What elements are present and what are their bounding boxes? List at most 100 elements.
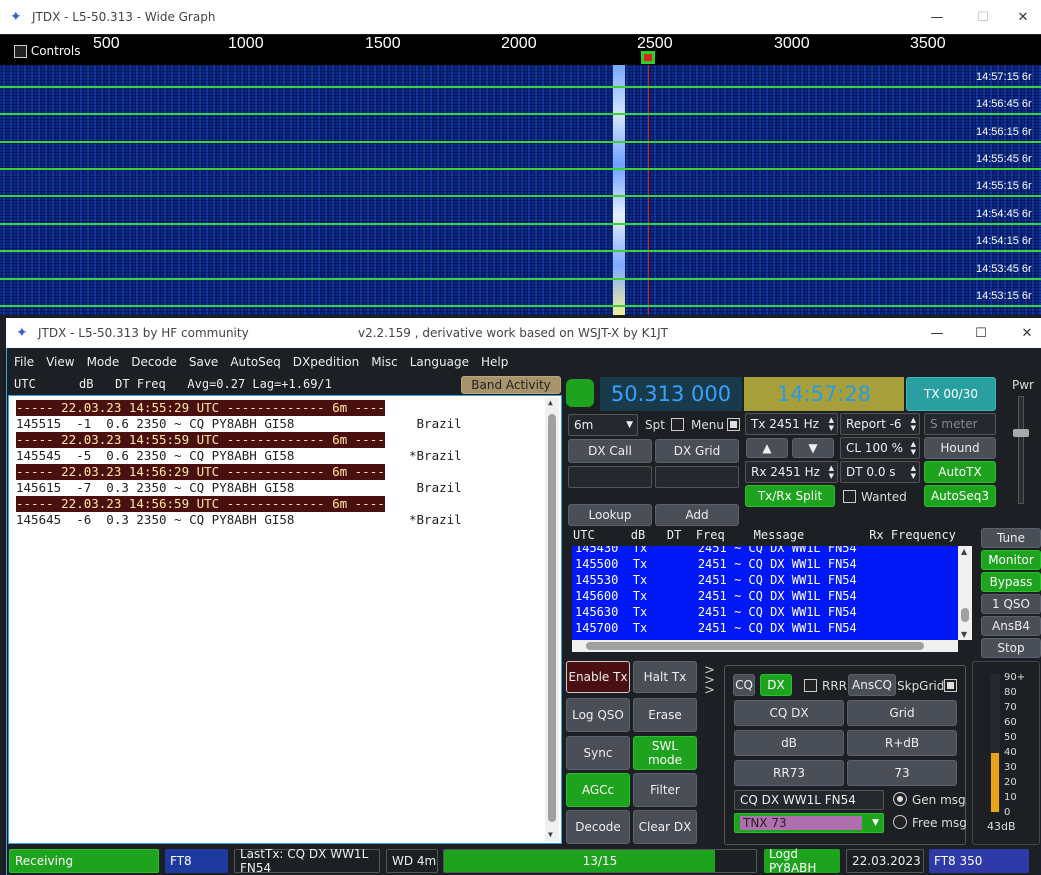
rrr-checkbox[interactable] <box>804 679 817 692</box>
menu-save[interactable]: Save <box>183 355 224 369</box>
tune-button[interactable]: Tune <box>981 528 1041 548</box>
dx-grid-input[interactable] <box>655 466 739 488</box>
skpgrid-checkbox[interactable] <box>944 679 957 692</box>
tx-counter-button[interactable]: TX 00/30 <box>906 377 996 411</box>
spin-arrows-icon[interactable]: ▲ ▼ <box>911 464 916 480</box>
erase-button[interactable]: Erase <box>633 698 697 732</box>
log-qso-button[interactable]: Log QSO <box>566 698 630 732</box>
minimize-button[interactable]: — <box>914 0 960 34</box>
73-button[interactable]: 73 <box>847 760 957 786</box>
bypass-button[interactable]: Bypass <box>981 572 1041 592</box>
hound-button[interactable]: Hound <box>924 437 996 459</box>
enable-tx-button[interactable]: Enable Tx <box>566 661 630 693</box>
menu-checkbox[interactable] <box>727 418 740 431</box>
dx-call-input[interactable] <box>568 466 652 488</box>
tx-list-scrollbar[interactable]: ▲ ▼ <box>958 546 972 640</box>
tx-history-row[interactable]: 145600 Tx 2451 ~ CQ DX WW1L FN54 <box>572 588 972 604</box>
controls-toggle[interactable]: Controls <box>14 44 80 58</box>
autotx-button[interactable]: AutoTX <box>924 461 996 483</box>
scroll-up-icon[interactable]: ▲ <box>548 398 553 407</box>
scroll-down-icon[interactable]: ▼ <box>548 830 553 839</box>
tx-list-scroll-thumb[interactable] <box>961 608 969 622</box>
decode-line[interactable]: ----- 22.03.23 14:56:59 UTC ------------… <box>9 496 561 512</box>
decode-button[interactable]: Decode <box>566 810 630 844</box>
clear-dx-button[interactable]: Clear DX <box>633 810 697 844</box>
dt-spinbox[interactable]: DT 0.0 s ▲ ▼ <box>840 461 920 483</box>
grid-button[interactable]: Grid <box>847 700 957 726</box>
close-button[interactable]: ✕ <box>1000 0 1041 34</box>
menu-dxpedition[interactable]: DXpedition <box>287 355 365 369</box>
decode-line[interactable]: ----- 22.03.23 14:56:29 UTC ------------… <box>9 464 561 480</box>
menu-file[interactable]: File <box>8 355 40 369</box>
scroll-down-icon[interactable]: ▼ <box>961 630 967 639</box>
decode-line[interactable]: 145645 -6 0.3 2350 ~ CQ PY8ABH GI58 *Braz… <box>9 512 561 528</box>
menu-decode[interactable]: Decode <box>125 355 183 369</box>
filter-button[interactable]: Filter <box>633 773 697 807</box>
r-db-button[interactable]: R+dB <box>847 730 957 756</box>
menu-misc[interactable]: Misc <box>365 355 404 369</box>
tx-history-row[interactable]: 145630 Tx 2451 ~ CQ DX WW1L FN54 <box>572 604 972 620</box>
ansb4-button[interactable]: AnsB4 <box>981 616 1041 636</box>
waterfall-display[interactable]: 14:57:15 6r 14:56:45 6r 14:56:15 6r 14:5… <box>0 65 1041 315</box>
lookup-button[interactable]: Lookup <box>568 504 652 526</box>
rx-frequency-spinbox[interactable]: Rx 2451 Hz ▲ ▼ <box>745 461 838 483</box>
cq-button[interactable]: CQ <box>733 674 755 696</box>
report-spinbox[interactable]: Report -6 ▲ ▼ <box>840 413 920 435</box>
autoseq3-button[interactable]: AutoSeq3 <box>924 485 996 507</box>
power-slider-handle[interactable] <box>1013 429 1029 437</box>
tx-frequency-marker[interactable] <box>641 51 655 64</box>
one-qso-button[interactable]: 1 QSO <box>981 594 1041 614</box>
spin-arrows-icon[interactable]: ▲ ▼ <box>911 440 916 456</box>
tx-history-row[interactable]: 145430 Tx 2451 ~ CQ DX WW1L FN54 <box>572 546 972 556</box>
band-activity-pane[interactable]: ----- 22.03.23 14:55:29 UTC ------------… <box>8 395 562 844</box>
decode-scrollbar[interactable]: ▲ ▼ <box>545 398 559 841</box>
spin-arrows-icon[interactable]: ▲ ▼ <box>829 416 834 432</box>
tx-history-row[interactable]: 145700 Tx 2451 ~ CQ DX WW1L FN54 <box>572 620 972 636</box>
tx-history-row[interactable]: 145530 Tx 2451 ~ CQ DX WW1L FN54 <box>572 572 972 588</box>
menu-mode[interactable]: Mode <box>81 355 126 369</box>
tx-list-hscrollbar[interactable] <box>572 640 958 652</box>
wanted-checkbox[interactable] <box>843 490 856 503</box>
spin-arrows-icon[interactable]: ▲ ▼ <box>829 464 834 480</box>
power-slider-track[interactable] <box>1013 396 1029 504</box>
dx-call-button[interactable]: DX Call <box>568 439 652 463</box>
menu-autoseq[interactable]: AutoSeq <box>224 355 286 369</box>
menu-view[interactable]: View <box>40 355 80 369</box>
tab-toggle-icon[interactable]: > > > <box>704 664 715 697</box>
controls-checkbox[interactable] <box>14 45 27 58</box>
tx-history-pane[interactable]: 145430 Tx 2451 ~ CQ DX WW1L FN54 145500 T… <box>572 546 972 640</box>
stop-button[interactable]: Stop <box>981 638 1041 658</box>
rr73-button[interactable]: RR73 <box>734 760 844 786</box>
spt-checkbox[interactable] <box>671 418 684 431</box>
decode-line[interactable]: 145615 -7 0.3 2350 ~ CQ PY8ABH GI58 Braz… <box>9 480 561 496</box>
agcc-button[interactable]: AGCc <box>566 773 630 807</box>
spin-arrows-icon[interactable]: ▲ ▼ <box>911 416 916 432</box>
maximize-button[interactable]: ☐ <box>958 318 1004 348</box>
gen-message-input[interactable]: CQ DX WW1L FN54 <box>734 790 884 810</box>
tx-list-hscroll-thumb[interactable] <box>586 642 924 650</box>
decode-line[interactable]: ----- 22.03.23 14:55:29 UTC ------------… <box>9 400 561 416</box>
close-button[interactable]: ✕ <box>1004 318 1041 348</box>
decode-line[interactable]: ----- 22.03.23 14:55:59 UTC ------------… <box>9 432 561 448</box>
anscq-button[interactable]: AnsCQ <box>848 674 896 696</box>
add-button[interactable]: Add <box>655 504 739 526</box>
decode-scroll-thumb[interactable] <box>548 414 556 822</box>
scroll-up-icon[interactable]: ▲ <box>961 547 967 556</box>
menu-help[interactable]: Help <box>475 355 514 369</box>
minimize-button[interactable]: — <box>914 318 960 348</box>
tx-history-row[interactable]: 145500 Tx 2451 ~ CQ DX WW1L FN54 <box>572 556 972 572</box>
band-select[interactable]: 6m ▼ <box>568 414 638 436</box>
cl-spinbox[interactable]: CL 100 % ▲ ▼ <box>840 437 920 459</box>
txrx-split-button[interactable]: Tx/Rx Split <box>745 485 835 507</box>
menu-language[interactable]: Language <box>404 355 475 369</box>
dx-grid-button[interactable]: DX Grid <box>655 439 739 463</box>
db-button[interactable]: dB <box>734 730 844 756</box>
sync-button[interactable]: Sync <box>566 736 630 770</box>
dial-frequency-display[interactable]: 50.313 000 <box>600 377 742 411</box>
decode-line[interactable]: 145515 -1 0.6 2350 ~ CQ PY8ABH GI58 Braz… <box>9 416 561 432</box>
freq-down-button[interactable]: ▼ <box>792 438 834 458</box>
swl-mode-button[interactable]: SWL mode <box>633 736 697 770</box>
free-msg-radio[interactable] <box>893 815 907 829</box>
decode-line[interactable]: 145545 -5 0.6 2350 ~ CQ PY8ABH GI58 *Braz… <box>9 448 561 464</box>
monitor-button[interactable]: Monitor <box>981 550 1041 570</box>
